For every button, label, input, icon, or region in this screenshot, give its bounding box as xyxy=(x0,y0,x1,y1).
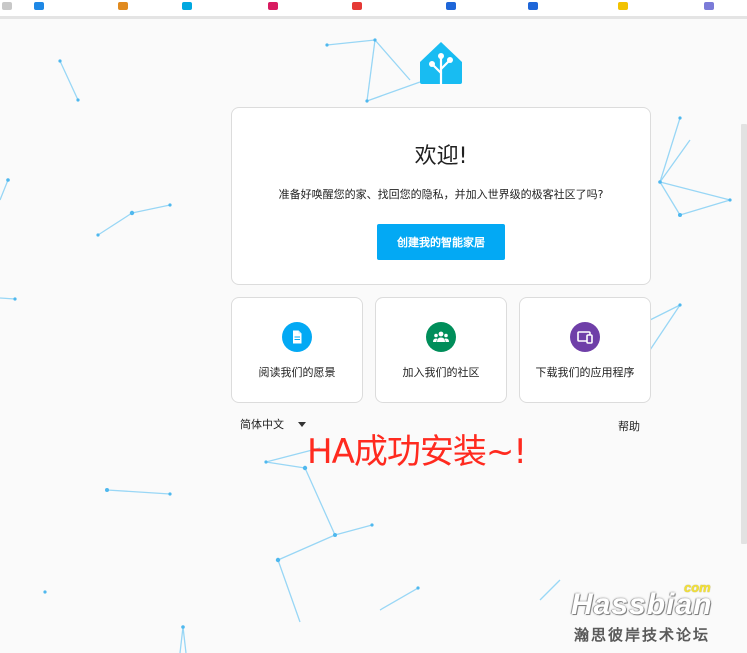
home-assistant-logo-icon xyxy=(420,42,462,86)
welcome-title: 欢迎! xyxy=(414,144,468,169)
bookmark-item[interactable] xyxy=(182,0,192,10)
page-scrollbar[interactable] xyxy=(741,124,747,544)
community-icon xyxy=(426,322,456,352)
tile-label: 下载我们的应用程序 xyxy=(535,366,635,379)
bookmark-item[interactable] xyxy=(618,0,628,10)
tile-label: 加入我们的社区 xyxy=(402,366,480,379)
watermark-brand: Hassbian xyxy=(571,588,713,621)
bookmark-item[interactable] xyxy=(2,0,12,10)
tile-read-vision[interactable]: 阅读我们的愿景 xyxy=(231,297,363,403)
document-icon xyxy=(282,322,312,352)
help-link[interactable]: 帮助 xyxy=(618,418,640,434)
bookmark-item[interactable] xyxy=(446,0,456,10)
devices-icon xyxy=(570,322,600,352)
language-selector[interactable]: 简体中文 xyxy=(240,416,306,432)
tile-label: 阅读我们的愿景 xyxy=(258,366,336,379)
watermark-forum-name: 瀚思彼岸技术论坛 xyxy=(574,626,711,644)
tile-download-app[interactable]: 下载我们的应用程序 xyxy=(519,297,651,403)
tile-join-community[interactable]: 加入我们的社区 xyxy=(375,297,507,403)
bookmark-item[interactable] xyxy=(34,0,44,10)
create-smart-home-button[interactable]: 创建我的智能家居 xyxy=(377,224,505,260)
bookmark-item[interactable] xyxy=(528,0,538,10)
welcome-card: 欢迎! 准备好唤醒您的家、找回您的隐私，并加入世界级的极客社区了吗? 创建我的智… xyxy=(231,107,651,285)
language-label: 简体中文 xyxy=(240,418,284,431)
bookmarks-bar xyxy=(0,0,747,19)
chevron-down-icon xyxy=(298,421,306,427)
bookmark-item[interactable] xyxy=(118,0,128,10)
welcome-subtitle: 准备好唤醒您的家、找回您的隐私，并加入世界级的极客社区了吗? xyxy=(278,188,604,201)
overlay-annotation: HA成功安装~! xyxy=(307,432,527,472)
bookmark-item[interactable] xyxy=(704,0,714,10)
bookmark-item[interactable] xyxy=(352,0,362,10)
bookmark-item[interactable] xyxy=(268,0,278,10)
